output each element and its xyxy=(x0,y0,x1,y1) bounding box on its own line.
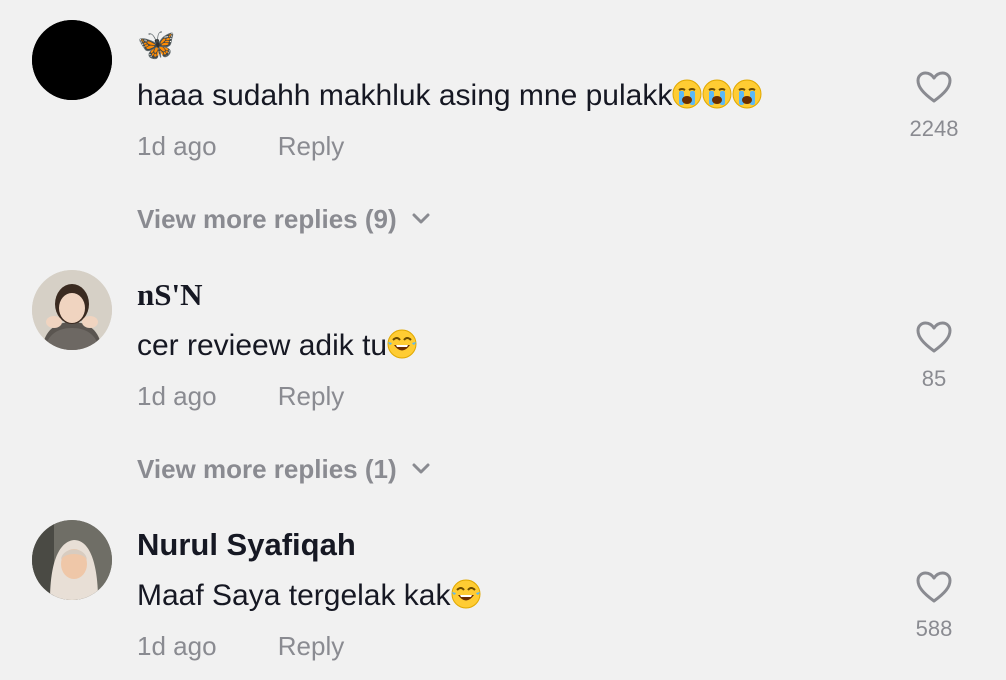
view-more-replies-button[interactable]: View more replies (9) xyxy=(137,203,431,235)
comment-text-content: haaa sudahh makhluk asing mne pulakk xyxy=(137,79,673,112)
reply-button[interactable]: Reply xyxy=(278,131,344,161)
heart-icon[interactable] xyxy=(915,320,953,354)
comment-text-content: cer revieew adik tu xyxy=(137,329,388,362)
comment-meta: 1d ago Reply xyxy=(137,630,344,662)
comment-item: nS'N cer revieew adik tu 1d ago Reply 85… xyxy=(0,270,1006,520)
face-with-tears-of-joy-icon xyxy=(451,579,481,620)
avatar[interactable] xyxy=(32,20,112,100)
loudly-crying-face-icon xyxy=(672,79,702,120)
loudly-crying-face-icon xyxy=(702,79,732,120)
view-more-replies-label: View more replies (9) xyxy=(137,204,397,234)
comment-text: Maaf Saya tergelak kak xyxy=(137,576,481,620)
like-count: 588 xyxy=(915,616,953,641)
comment-text-content: Maaf Saya tergelak kak xyxy=(137,579,451,612)
comment-item: 🦋 haaa sudahh makhluk asing mne pulakk 1… xyxy=(0,20,1006,270)
like-count: 85 xyxy=(921,366,947,391)
avatar[interactable] xyxy=(32,270,112,350)
like-count: 2248 xyxy=(909,116,959,141)
comment-time: 1d ago xyxy=(137,631,217,661)
view-more-replies-button[interactable]: View more replies (1) xyxy=(137,453,431,485)
comment-username[interactable]: 🦋 xyxy=(137,25,176,65)
view-more-replies-label: View more replies (1) xyxy=(137,454,397,484)
avatar[interactable] xyxy=(32,520,112,600)
comment-username[interactable]: nS'N xyxy=(137,275,202,315)
reply-button[interactable]: Reply xyxy=(278,631,344,661)
like-control: 588 xyxy=(884,570,984,642)
chevron-down-icon xyxy=(412,213,430,224)
comment-text: cer revieew adik tu xyxy=(137,326,417,370)
face-with-tears-of-joy-icon xyxy=(387,329,417,370)
comment-time: 1d ago xyxy=(137,131,217,161)
reply-button[interactable]: Reply xyxy=(278,381,344,411)
comment-meta: 1d ago Reply xyxy=(137,380,344,412)
comment-meta: 1d ago Reply xyxy=(137,130,344,162)
like-control: 85 xyxy=(884,320,984,392)
comment-username[interactable]: Nurul Syafiqah xyxy=(137,525,356,565)
avatar-image xyxy=(32,270,112,350)
avatar-image xyxy=(32,520,112,600)
comment-time: 1d ago xyxy=(137,381,217,411)
chevron-down-icon xyxy=(412,463,430,474)
avatar-image xyxy=(32,20,112,100)
loudly-crying-face-icon xyxy=(732,79,762,120)
heart-icon[interactable] xyxy=(915,70,953,104)
heart-icon[interactable] xyxy=(915,570,953,604)
comment-item: Nurul Syafiqah Maaf Saya tergelak kak 1d… xyxy=(0,520,1006,680)
comment-text: haaa sudahh makhluk asing mne pulakk xyxy=(137,76,762,120)
like-control: 2248 xyxy=(884,70,984,142)
comments-list: 🦋 haaa sudahh makhluk asing mne pulakk 1… xyxy=(0,0,1006,680)
